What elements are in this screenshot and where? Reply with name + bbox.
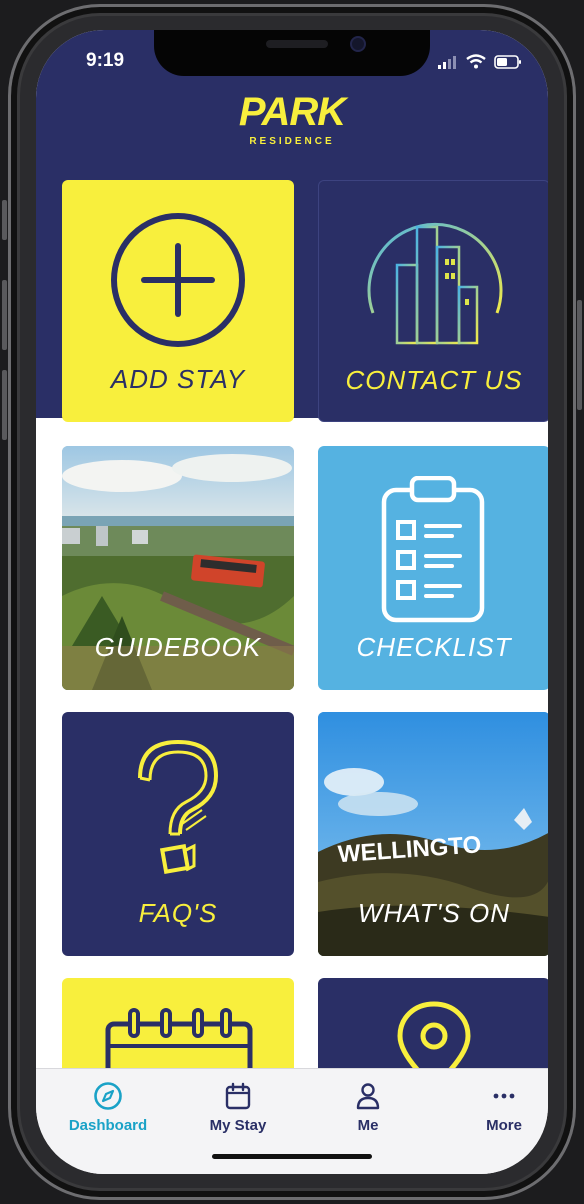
tile-guidebook[interactable]: GUIDEBOOK — [62, 446, 294, 690]
tab-dashboard[interactable]: Dashboard — [58, 1081, 158, 1134]
tile-contact-us[interactable]: CONTACT US — [318, 180, 548, 422]
signal-icon — [438, 55, 456, 69]
tab-me[interactable]: Me — [318, 1081, 418, 1134]
earpiece-speaker — [266, 40, 328, 48]
brand-logo: PARK RESIDENCE — [36, 92, 548, 147]
tile-whats-on-label: WHAT'S ON — [357, 898, 511, 928]
tab-more-label: More — [486, 1117, 522, 1134]
tab-more[interactable]: More — [454, 1081, 548, 1134]
tile-whats-on[interactable]: WELLINGTO WHAT'S ON — [318, 712, 548, 956]
mute-switch — [2, 200, 7, 240]
clipboard-checklist-icon — [381, 476, 485, 623]
tile-contact-us-label: CONTACT US — [345, 365, 523, 395]
battery-icon — [494, 54, 521, 69]
tile-faqs-label: FAQ'S — [138, 898, 218, 928]
status-time: 9:19 — [86, 50, 125, 71]
volume-up-button — [2, 280, 7, 350]
tile-add-stay[interactable]: ADD STAY — [62, 180, 294, 422]
app-screen: 9:19 PARK RESIDENCE ADD STAY CONTACT US … — [36, 30, 548, 1174]
tile-add-stay-label: ADD STAY — [110, 364, 246, 394]
wifi-icon — [466, 54, 486, 69]
ellipsis-icon — [493, 1093, 515, 1099]
calendar-icon — [225, 1082, 251, 1110]
tab-my-stay-label: My Stay — [209, 1117, 267, 1134]
tile-faqs[interactable]: FAQ'S — [62, 712, 294, 956]
tab-me-label: Me — [357, 1117, 379, 1134]
home-indicator — [212, 1154, 372, 1159]
tile-checklist-label: CHECKLIST — [356, 632, 512, 662]
tab-my-stay[interactable]: My Stay — [188, 1081, 288, 1134]
city-buildings-icon — [367, 222, 503, 345]
volume-down-button — [2, 370, 7, 440]
add-circle-icon — [111, 213, 245, 347]
question-mark-icon — [138, 739, 219, 875]
brand-name: PARK — [238, 90, 346, 134]
compass-icon — [94, 1082, 122, 1110]
tile-guidebook-label: GUIDEBOOK — [94, 632, 262, 662]
person-icon — [356, 1083, 380, 1110]
tile-checklist[interactable]: CHECKLIST — [318, 446, 548, 690]
tab-dashboard-label: Dashboard — [68, 1117, 148, 1134]
brand-subtitle: RESIDENCE — [249, 136, 335, 147]
notch — [154, 30, 430, 76]
front-camera — [350, 36, 366, 52]
power-button — [577, 300, 582, 410]
status-icons — [438, 54, 522, 69]
